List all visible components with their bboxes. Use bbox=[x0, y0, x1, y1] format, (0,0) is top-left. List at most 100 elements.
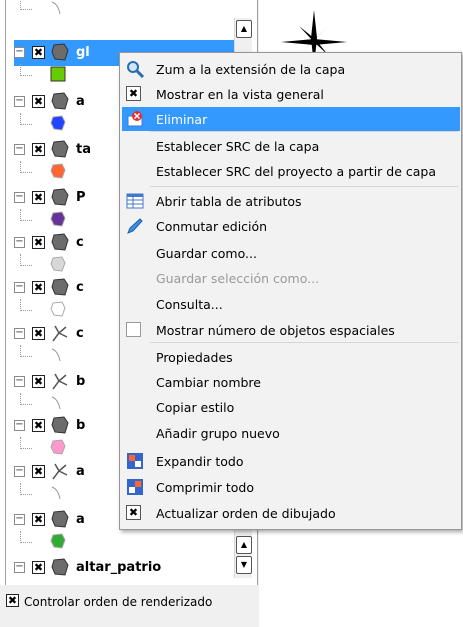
menu-item-label: Expandir todo bbox=[156, 454, 244, 469]
collapse-toggle-icon[interactable]: − bbox=[14, 376, 25, 387]
collapse-toggle-icon[interactable]: − bbox=[14, 237, 25, 248]
layer-name: a bbox=[76, 464, 85, 479]
layer-symbol-row bbox=[14, 483, 134, 503]
layer-symbol-row bbox=[14, 113, 134, 133]
menu-item[interactable]: Propiedades bbox=[122, 345, 460, 369]
remove-layer-icon bbox=[127, 111, 143, 127]
line-symbol-icon bbox=[51, 348, 61, 362]
scroll-down-button[interactable]: ▼ bbox=[236, 556, 252, 574]
menu-item[interactable]: Añadir grupo nuevo bbox=[122, 421, 460, 445]
menu-item[interactable]: Guardar selección como... bbox=[122, 266, 460, 290]
fill-symbol-icon bbox=[50, 301, 66, 317]
tree-connector bbox=[20, 299, 32, 311]
collapse-toggle-icon[interactable]: − bbox=[14, 47, 25, 58]
menu-item-label: Guardar selección como... bbox=[156, 271, 320, 286]
pencil-icon bbox=[127, 218, 143, 234]
scroll-up-button[interactable]: ▲ bbox=[236, 20, 252, 38]
polygon-layer-icon bbox=[51, 188, 69, 206]
layer-name: a bbox=[76, 512, 85, 527]
layer-visibility-checkbox[interactable]: ✖ bbox=[32, 281, 45, 294]
menu-item[interactable]: Zum a la extensión de la capa bbox=[122, 57, 460, 81]
menu-item[interactable]: Consulta... bbox=[122, 292, 460, 316]
layer-symbol-row bbox=[14, 0, 134, 18]
collapse-toggle-icon[interactable]: − bbox=[14, 192, 25, 203]
fill-symbol-icon bbox=[50, 115, 66, 131]
scroll-up-button-bottom[interactable]: ▲ bbox=[236, 536, 252, 554]
menu-item[interactable]: Establecer SRC del proyecto a partir de … bbox=[122, 159, 460, 183]
menu-separator bbox=[150, 342, 458, 343]
polygon-layer-icon bbox=[51, 558, 69, 576]
collapse-toggle-icon[interactable]: − bbox=[14, 514, 25, 525]
layer-symbol-row bbox=[14, 393, 134, 413]
collapse-toggle-icon[interactable]: − bbox=[14, 562, 25, 573]
layer-visibility-checkbox[interactable]: ✖ bbox=[32, 513, 45, 526]
menu-item-label: Cambiar nombre bbox=[156, 375, 261, 390]
layer-visibility-checkbox[interactable]: ✖ bbox=[32, 46, 45, 59]
layer-visibility-checkbox[interactable]: ✖ bbox=[32, 465, 45, 478]
layer-name: c bbox=[76, 235, 84, 250]
collapse-toggle-icon[interactable]: − bbox=[14, 96, 25, 107]
collapse-toggle-icon[interactable]: − bbox=[14, 420, 25, 431]
menu-item-label: Guardar como... bbox=[156, 246, 257, 261]
checkbox-checked-icon[interactable]: ✖ bbox=[126, 86, 141, 101]
line-symbol-icon bbox=[51, 1, 61, 15]
layer-visibility-checkbox[interactable]: ✖ bbox=[32, 419, 45, 432]
fill-symbol-icon bbox=[50, 533, 66, 549]
layer-symbol-row bbox=[14, 531, 134, 551]
menu-item[interactable]: Abrir tabla de atributos bbox=[122, 189, 460, 213]
line-symbol-icon bbox=[51, 396, 61, 410]
polygon-layer-icon bbox=[51, 278, 69, 296]
layer-visibility-checkbox[interactable]: ✖ bbox=[32, 143, 45, 156]
collapse-toggle-icon[interactable]: − bbox=[14, 282, 25, 293]
layer-visibility-checkbox[interactable]: ✖ bbox=[32, 236, 45, 249]
layer-context-menu: Zum a la extensión de la capa ✖ Mostrar en… bbox=[119, 52, 462, 530]
collapse-toggle-icon[interactable]: − bbox=[14, 144, 25, 155]
menu-separator bbox=[150, 131, 458, 132]
menu-item[interactable]: Comprimir todo bbox=[122, 475, 460, 499]
layer-symbol-row bbox=[14, 64, 134, 84]
menu-item[interactable]: Expandir todo bbox=[122, 449, 460, 473]
collapse-toggle-icon[interactable]: − bbox=[14, 328, 25, 339]
checkbox-checked-icon[interactable]: ✖ bbox=[6, 594, 19, 607]
polygon-layer-icon bbox=[51, 92, 69, 110]
menu-item[interactable]: ✖ Mostrar en la vista general bbox=[122, 82, 460, 106]
menu-item-label: Propiedades bbox=[156, 350, 233, 365]
tree-connector bbox=[20, 161, 32, 173]
menu-item[interactable]: Mostrar número de objetos espaciales bbox=[122, 318, 460, 342]
render-order-label: Controlar orden de renderizado bbox=[24, 595, 213, 609]
tree-connector bbox=[20, 209, 32, 221]
menu-item[interactable]: Cambiar nombre bbox=[122, 370, 460, 394]
menu-item[interactable]: ✖ Actualizar orden de dibujado bbox=[122, 501, 460, 525]
layer-visibility-checkbox[interactable]: ✖ bbox=[32, 375, 45, 388]
polygon-layer-icon bbox=[51, 233, 69, 251]
collapse-all-icon bbox=[127, 479, 143, 495]
layer-visibility-checkbox[interactable]: ✖ bbox=[32, 95, 45, 108]
tree-connector bbox=[20, 345, 32, 357]
table-icon bbox=[126, 193, 144, 209]
menu-item-label: Conmutar edición bbox=[156, 219, 268, 234]
polygon-layer-icon bbox=[51, 510, 69, 528]
menu-item[interactable]: Establecer SRC de la capa bbox=[122, 134, 460, 158]
layer-name: P bbox=[76, 190, 86, 205]
layer-item[interactable]: − ✖ altar_patrio bbox=[14, 555, 234, 581]
menu-item-label: Actualizar orden de dibujado bbox=[156, 506, 336, 521]
fill-symbol-icon bbox=[50, 439, 66, 455]
tree-connector bbox=[20, 254, 32, 266]
menu-item[interactable]: Guardar como... bbox=[122, 241, 460, 265]
menu-item-label: Mostrar en la vista general bbox=[156, 87, 324, 102]
layer-symbol-row bbox=[14, 254, 134, 274]
menu-item[interactable]: Eliminar bbox=[122, 107, 460, 131]
line-layer-icon bbox=[52, 373, 68, 390]
layer-name: ta bbox=[76, 142, 91, 157]
layer-name: c bbox=[76, 280, 84, 295]
menu-item[interactable]: Conmutar edición bbox=[122, 214, 460, 238]
layer-visibility-checkbox[interactable]: ✖ bbox=[32, 191, 45, 204]
collapse-toggle-icon[interactable]: − bbox=[14, 466, 25, 477]
layer-name: altar_patrio bbox=[76, 560, 162, 575]
fill-symbol-icon bbox=[50, 163, 66, 179]
layer-visibility-checkbox[interactable]: ✖ bbox=[32, 561, 45, 574]
menu-item[interactable]: Copiar estilo bbox=[122, 395, 460, 419]
layer-visibility-checkbox[interactable]: ✖ bbox=[32, 327, 45, 340]
checkbox-checked-icon[interactable]: ✖ bbox=[126, 505, 141, 520]
checkbox-empty-icon[interactable] bbox=[126, 322, 141, 337]
